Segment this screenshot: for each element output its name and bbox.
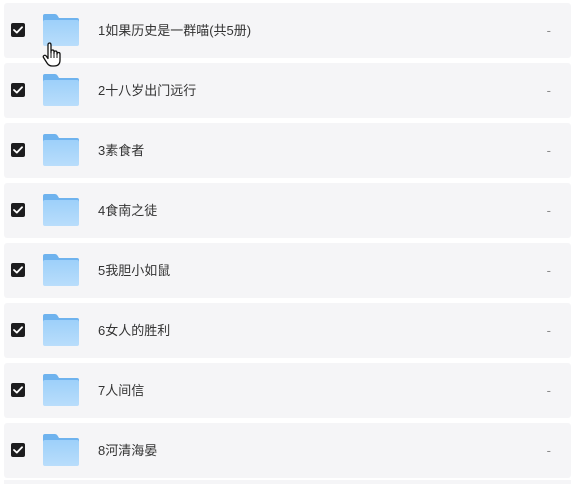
checkbox-checked[interactable] (11, 323, 25, 337)
partial-next-row (4, 480, 571, 484)
file-row[interactable]: 4食南之徒 - (4, 183, 571, 238)
file-row[interactable]: 1如果历史是一群喵(共5册) - (4, 3, 571, 58)
checkbox-checked[interactable] (11, 143, 25, 157)
checkbox-checked[interactable] (11, 263, 25, 277)
file-size: - (546, 143, 551, 158)
file-row[interactable]: 8河清海晏 - (4, 423, 571, 478)
folder-icon (42, 433, 80, 467)
folder-icon (42, 313, 80, 347)
file-name[interactable]: 2十八岁出门远行 (98, 63, 196, 118)
folder-icon (42, 133, 80, 167)
folder-icon (42, 73, 80, 107)
file-size: - (546, 23, 551, 38)
file-name[interactable]: 3素食者 (98, 123, 144, 178)
folder-icon (42, 253, 80, 287)
file-size: - (546, 443, 551, 458)
checkbox-checked[interactable] (11, 383, 25, 397)
folder-icon (42, 193, 80, 227)
file-name[interactable]: 7人间信 (98, 363, 144, 418)
file-size: - (546, 383, 551, 398)
file-row[interactable]: 3素食者 - (4, 123, 571, 178)
checkbox-checked[interactable] (11, 23, 25, 37)
file-size: - (546, 203, 551, 218)
folder-icon (42, 373, 80, 407)
file-name[interactable]: 6女人的胜利 (98, 303, 170, 358)
file-name[interactable]: 1如果历史是一群喵(共5册) (98, 3, 251, 58)
file-row[interactable]: 2十八岁出门远行 - (4, 63, 571, 118)
file-row[interactable]: 7人间信 - (4, 363, 571, 418)
file-name[interactable]: 5我胆小如鼠 (98, 243, 170, 298)
file-name[interactable]: 4食南之徒 (98, 183, 157, 238)
file-row[interactable]: 5我胆小如鼠 - (4, 243, 571, 298)
file-size: - (546, 83, 551, 98)
checkbox-checked[interactable] (11, 203, 25, 217)
file-list: 1如果历史是一群喵(共5册) - 2十八岁出门远行 - 3素食者 - 4食南之徒… (4, 3, 571, 483)
file-row[interactable]: 6女人的胜利 - (4, 303, 571, 358)
file-size: - (546, 323, 551, 338)
checkbox-checked[interactable] (11, 83, 25, 97)
file-name[interactable]: 8河清海晏 (98, 423, 157, 478)
file-size: - (546, 263, 551, 278)
folder-icon (42, 13, 80, 47)
checkbox-checked[interactable] (11, 443, 25, 457)
